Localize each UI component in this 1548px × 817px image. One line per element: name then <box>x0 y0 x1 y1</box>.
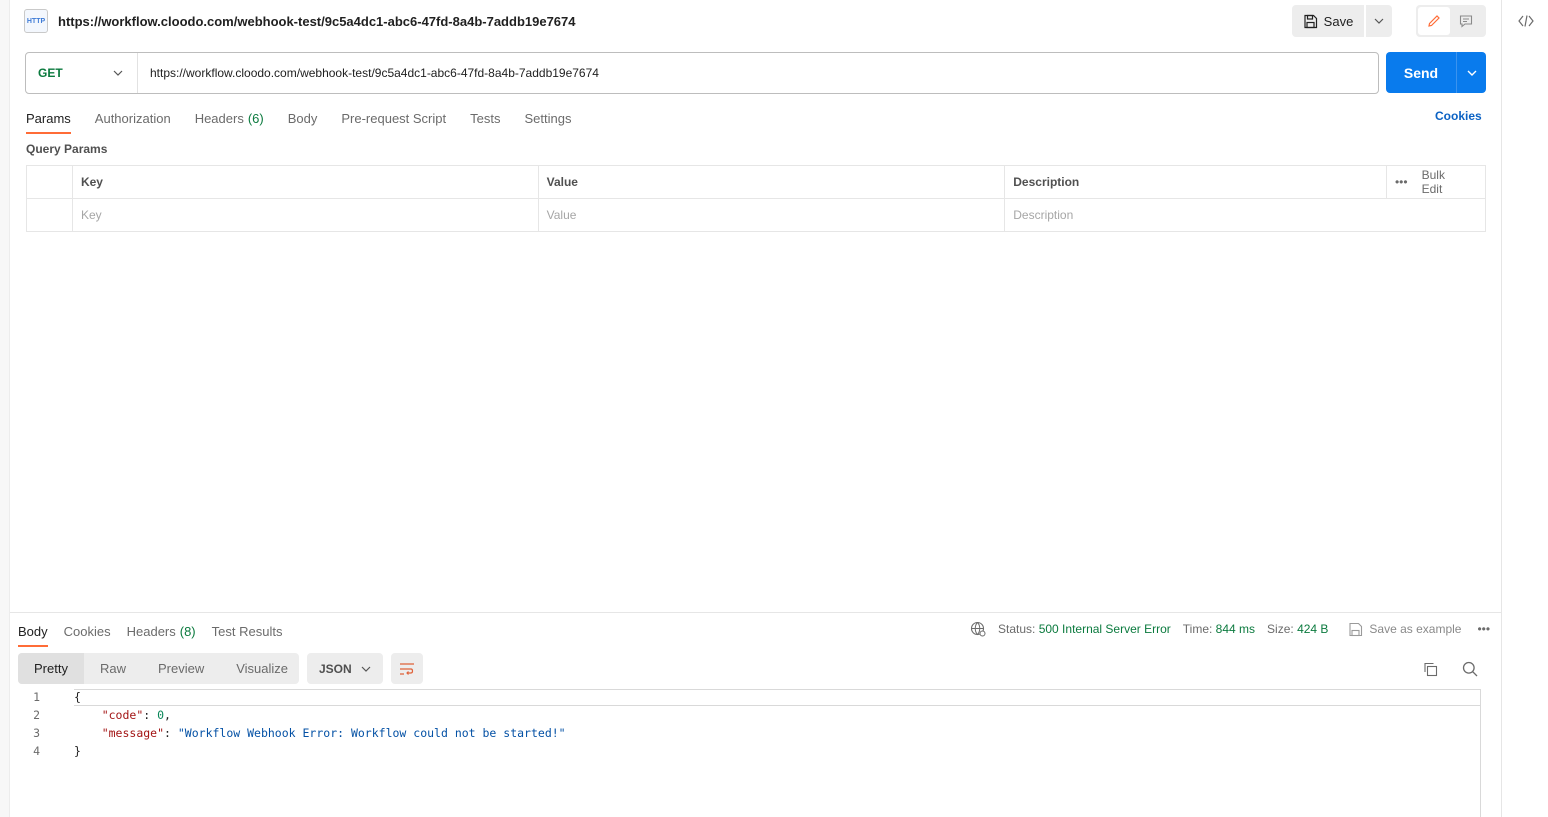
code-line: 4 } <box>18 742 1494 760</box>
response-divider[interactable] <box>10 612 1501 613</box>
chevron-down-icon <box>1374 18 1384 24</box>
line-number: 1 <box>33 690 40 704</box>
bulk-edit-cell: ••• Bulk Edit <box>1385 165 1487 199</box>
wrap-lines-button[interactable] <box>391 653 423 684</box>
comments-mode-button[interactable] <box>1450 7 1482 35</box>
request-header: HTTP https://workflow.cloodo.com/webhook… <box>24 8 576 34</box>
comment-icon <box>1459 15 1473 28</box>
view-raw[interactable]: Raw <box>84 653 142 684</box>
resp-tab-body[interactable]: Body <box>18 617 48 647</box>
response-view-tabs: Pretty Raw Preview Visualize <box>18 653 299 684</box>
save-as-example-button[interactable]: Save as example <box>1348 622 1461 637</box>
view-pretty[interactable]: Pretty <box>18 653 84 684</box>
format-select[interactable]: JSON <box>307 653 383 684</box>
tab-tests[interactable]: Tests <box>470 104 500 132</box>
line-number: 2 <box>33 708 40 722</box>
status-readout[interactable]: Status: 500 Internal Server Error <box>998 622 1171 636</box>
tab-headers[interactable]: Headers (6) <box>195 104 264 132</box>
description-input[interactable]: Description <box>1004 198 1486 232</box>
save-label: Save <box>1323 13 1354 29</box>
query-params-table: Key Value Description ••• Bulk Edit Key … <box>26 165 1487 232</box>
table-row: Key Value Description <box>26 198 1486 232</box>
code-line: 1 { <box>18 688 1494 706</box>
time-readout[interactable]: Time: 844 ms <box>1183 622 1255 636</box>
code-line: 2 "code": 0, <box>18 706 1494 724</box>
http-request-icon: HTTP <box>24 9 48 33</box>
url-input[interactable] <box>138 53 1378 93</box>
column-header-description: Description <box>1004 165 1387 199</box>
copy-icon <box>1423 662 1437 676</box>
response-meta: Status: 500 Internal Server Error Time: … <box>970 620 1490 638</box>
line-number: 4 <box>33 744 40 758</box>
code-text: { <box>74 690 81 704</box>
method-label: GET <box>38 66 63 80</box>
save-options-button[interactable] <box>1366 5 1392 37</box>
checkbox-column-header <box>26 165 73 199</box>
code-line: 3 "message": "Workflow Webhook Error: Wo… <box>18 724 1494 742</box>
column-header-value: Value <box>537 165 1006 199</box>
headers-count: (6) <box>247 110 264 126</box>
more-options-icon[interactable]: ••• <box>1477 622 1490 636</box>
cookies-link[interactable]: Cookies <box>1435 109 1482 123</box>
view-visualize[interactable]: Visualize <box>220 653 304 684</box>
globe-icon[interactable] <box>970 621 986 637</box>
json-string: "Workflow Webhook Error: Workflow could … <box>177 726 566 740</box>
json-key: "message" <box>101 726 165 740</box>
wrap-icon <box>400 662 414 675</box>
response-tabs: Body Cookies Headers (8) Test Results <box>18 617 283 647</box>
code-snippet-icon[interactable] <box>1515 10 1537 32</box>
search-button[interactable] <box>1459 658 1481 680</box>
tab-params[interactable]: Params <box>26 104 71 134</box>
floppy-disk-icon <box>1304 14 1317 28</box>
search-icon <box>1462 661 1478 677</box>
json-key: "code" <box>101 708 144 722</box>
resp-tab-headers[interactable]: Headers (8) <box>127 617 196 645</box>
key-input[interactable]: Key <box>71 198 539 232</box>
resp-headers-count: (8) <box>179 623 196 639</box>
chevron-down-icon <box>361 666 371 672</box>
request-tabs: Params Authorization Headers (6) Body Pre… <box>26 104 571 134</box>
more-options-icon[interactable]: ••• <box>1395 175 1408 189</box>
tab-body[interactable]: Body <box>288 104 318 132</box>
save-group: Save <box>1292 5 1392 37</box>
response-body-editor[interactable]: 1 { 2 "code": 0, 3 "message": "Workflow … <box>18 688 1494 817</box>
right-context-bar <box>1501 0 1548 817</box>
view-preview[interactable]: Preview <box>142 653 220 684</box>
tab-authorization[interactable]: Authorization <box>95 104 171 132</box>
json-number: 0 <box>157 708 165 722</box>
row-checkbox-cell <box>26 198 73 232</box>
send-group: Send <box>1386 52 1486 93</box>
send-button[interactable]: Send <box>1386 52 1456 93</box>
column-header-key: Key <box>71 165 539 199</box>
request-title[interactable]: https://workflow.cloodo.com/webhook-test… <box>58 14 576 29</box>
mode-toggle <box>1416 5 1486 37</box>
floppy-disk-icon <box>1349 622 1363 636</box>
edit-mode-button[interactable] <box>1418 7 1450 35</box>
table-header-row: Key Value Description ••• Bulk Edit <box>26 165 1487 199</box>
save-button[interactable]: Save <box>1292 5 1364 37</box>
tab-settings[interactable]: Settings <box>524 104 571 132</box>
url-bar: GET <box>25 52 1379 94</box>
code-text: } <box>74 744 81 758</box>
chevron-down-icon <box>113 70 123 76</box>
value-input[interactable]: Value <box>537 198 1006 232</box>
send-options-button[interactable] <box>1456 52 1486 93</box>
bulk-edit-button[interactable]: Bulk Edit <box>1422 168 1465 196</box>
chevron-down-icon <box>1467 70 1476 76</box>
query-params-title: Query Params <box>26 142 108 156</box>
line-number: 3 <box>33 726 40 740</box>
pencil-icon <box>1428 15 1440 27</box>
method-select[interactable]: GET <box>26 53 138 93</box>
resp-tab-cookies[interactable]: Cookies <box>64 617 111 645</box>
copy-button[interactable] <box>1419 658 1441 680</box>
status-value: 500 Internal Server Error <box>1038 622 1171 636</box>
tab-pre-request-script[interactable]: Pre-request Script <box>341 104 446 132</box>
size-readout[interactable]: Size: 424 B <box>1267 622 1328 636</box>
time-value: 844 ms <box>1215 622 1256 636</box>
left-sidebar-edge <box>0 0 10 817</box>
resp-tab-test-results[interactable]: Test Results <box>212 617 283 645</box>
size-value: 424 B <box>1297 622 1329 636</box>
